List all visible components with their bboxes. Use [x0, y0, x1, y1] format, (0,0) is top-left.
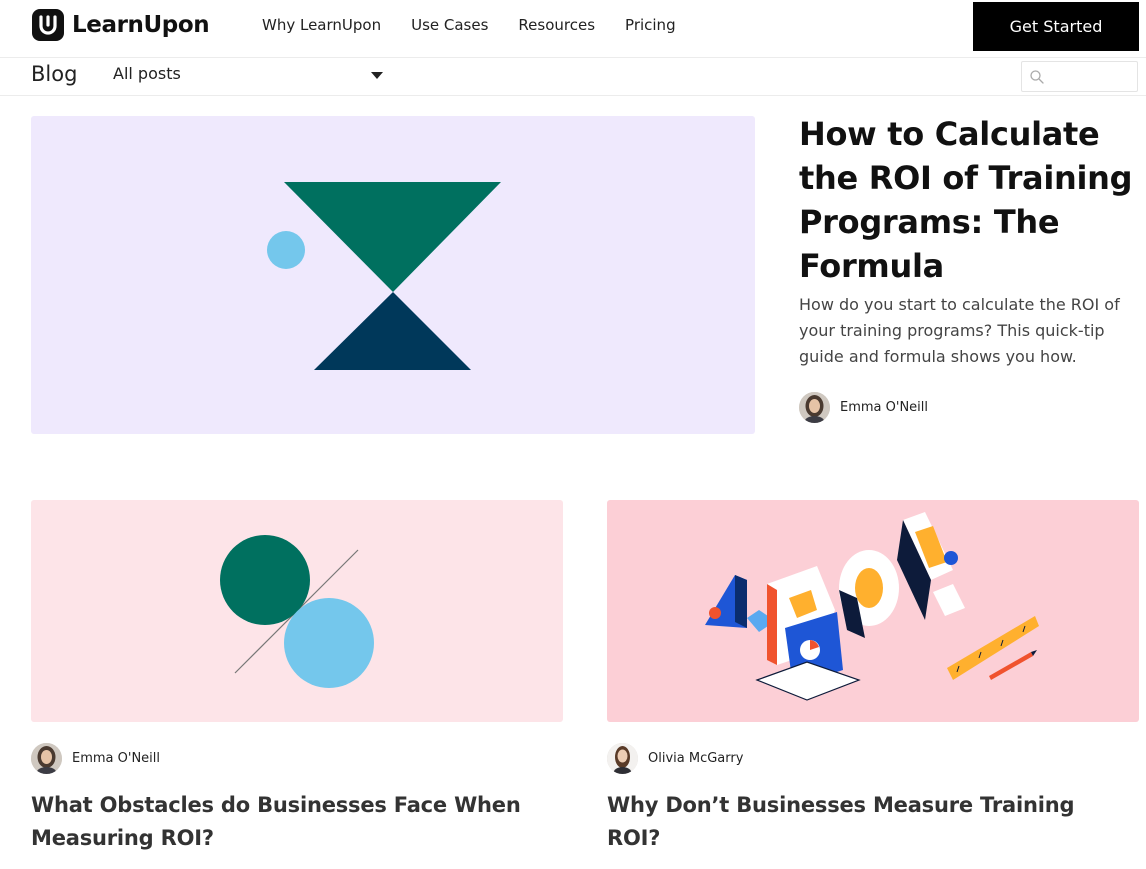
- avatar: [31, 743, 62, 774]
- main-nav: Why LearnUpon Use Cases Resources Pricin…: [262, 16, 706, 34]
- article-card-title[interactable]: Why Don’t Businesses Measure Training RO…: [607, 789, 1127, 855]
- nav-why-learnupon[interactable]: Why LearnUpon: [262, 16, 381, 34]
- article-card-author: Olivia McGarry: [607, 743, 743, 774]
- featured-article-author: Emma O'Neill: [799, 392, 928, 423]
- featured-article: How to Calculate the ROI of Training Pro…: [799, 112, 1134, 370]
- green-circle-shape: [220, 535, 310, 625]
- article-card-title[interactable]: What Obstacles do Businesses Face When M…: [31, 789, 551, 855]
- learnupon-logo-icon: [32, 9, 64, 41]
- roi-illustration: [705, 512, 1039, 701]
- brand-name: LearnUpon: [72, 12, 210, 38]
- learnupon-logo[interactable]: LearnUpon: [32, 9, 210, 41]
- avatar: [607, 743, 638, 774]
- author-name: Olivia McGarry: [648, 751, 744, 766]
- blog-title: Blog: [31, 62, 78, 86]
- category-filter-dropdown[interactable]: All posts: [113, 64, 387, 88]
- featured-article-image[interactable]: [31, 116, 755, 434]
- category-filter-value: All posts: [113, 64, 181, 83]
- article-card-image[interactable]: [607, 500, 1139, 722]
- top-navigation: LearnUpon Why LearnUpon Use Cases Resour…: [0, 0, 1146, 58]
- chevron-down-icon: [371, 72, 383, 79]
- search-box: [1021, 61, 1138, 92]
- featured-article-description: How do you start to calculate the ROI of…: [799, 295, 1120, 366]
- search-input[interactable]: [1048, 66, 1134, 88]
- article-card-author: Emma O'Neill: [31, 743, 160, 774]
- author-name: Emma O'Neill: [840, 400, 929, 415]
- nav-resources[interactable]: Resources: [518, 16, 595, 34]
- green-triangle-shape: [284, 182, 501, 292]
- search-icon[interactable]: [1029, 69, 1045, 85]
- light-blue-circle-shape: [284, 598, 374, 688]
- nav-pricing[interactable]: Pricing: [625, 16, 676, 34]
- avatar: [799, 392, 830, 423]
- author-name: Emma O'Neill: [72, 751, 161, 766]
- nav-use-cases[interactable]: Use Cases: [411, 16, 488, 34]
- article-card-image[interactable]: [31, 500, 563, 722]
- light-blue-circle-shape: [267, 231, 305, 269]
- blog-subnav: Blog All posts: [0, 58, 1146, 96]
- navy-triangle-shape: [314, 292, 471, 370]
- featured-article-title[interactable]: How to Calculate the ROI of Training Pro…: [799, 112, 1134, 288]
- get-started-button[interactable]: Get Started: [973, 2, 1139, 51]
